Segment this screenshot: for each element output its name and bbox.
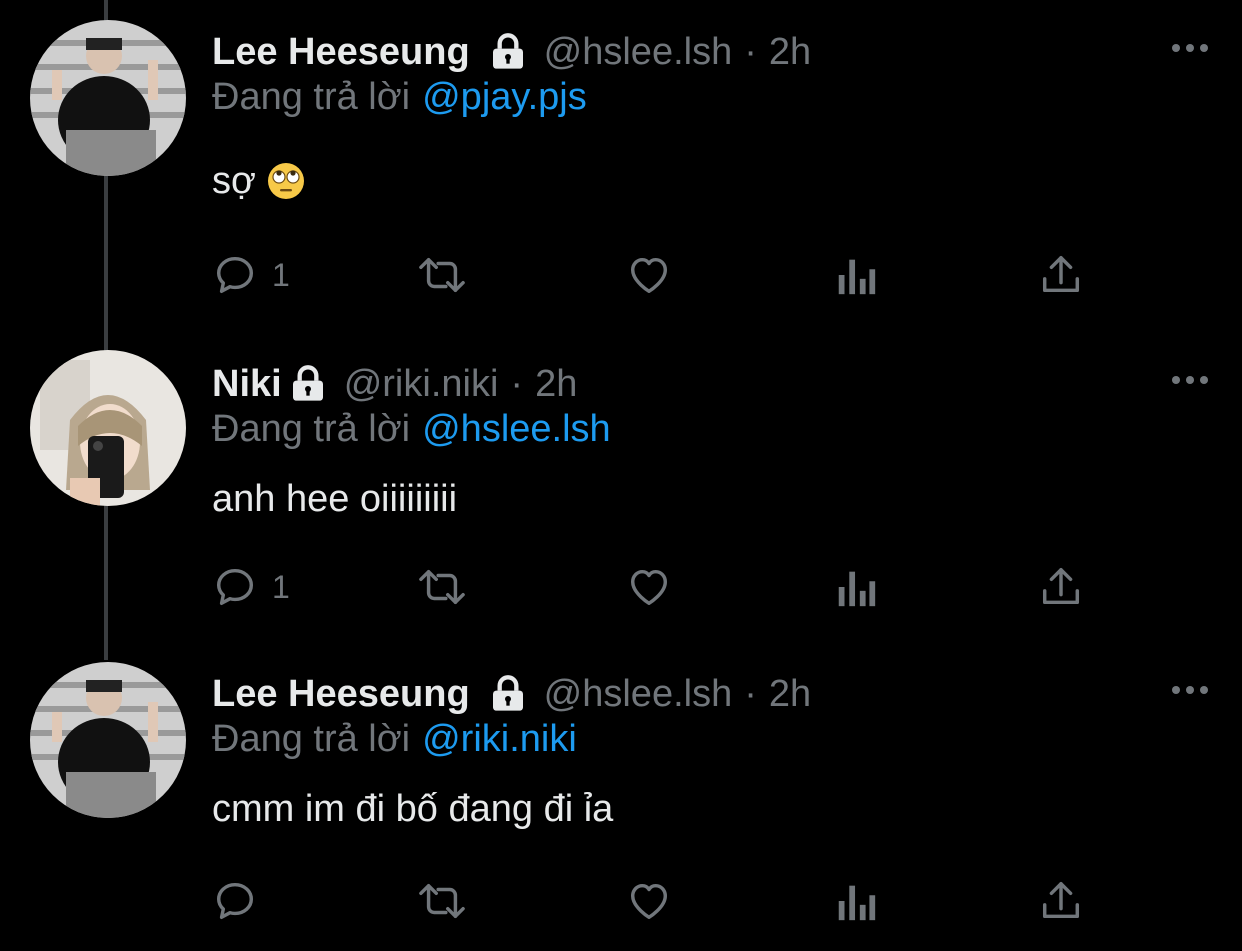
like-button[interactable] <box>624 250 674 300</box>
reply-icon <box>216 256 254 294</box>
lock-icon <box>492 675 523 711</box>
reply-button[interactable]: 1 <box>212 250 290 300</box>
timestamp[interactable]: 2h <box>769 31 811 74</box>
replying-to-handle[interactable]: @pjay.pjs <box>422 76 587 118</box>
like-icon <box>630 883 668 920</box>
replying-to-label: Đang trả lời <box>212 718 411 760</box>
lock-icon <box>492 33 523 69</box>
user-handle[interactable]: @riki.niki <box>344 363 499 406</box>
reply-count: 1 <box>272 568 290 605</box>
reply-icon <box>216 882 254 920</box>
retweet-icon <box>419 569 465 605</box>
tweet-text-content: sợ <box>212 160 256 202</box>
retweet-icon <box>419 883 465 919</box>
replying-to-label: Đang trả lời <box>212 76 411 118</box>
views-button[interactable] <box>834 876 878 926</box>
more-icon[interactable] <box>1168 368 1212 392</box>
reply-button[interactable]: 1 <box>212 562 290 612</box>
views-icon <box>838 259 876 295</box>
share-icon <box>1042 256 1080 293</box>
reply-icon <box>216 568 254 606</box>
like-icon <box>630 257 668 294</box>
like-button[interactable] <box>624 876 674 926</box>
avatar[interactable] <box>30 662 186 818</box>
replying-to-line: Đang trả lời @hslee.lsh <box>212 408 611 451</box>
avatar[interactable] <box>30 20 186 176</box>
replying-to-handle[interactable]: @hslee.lsh <box>422 408 611 450</box>
share-button[interactable] <box>1038 562 1084 612</box>
display-name[interactable]: Lee Heeseung <box>212 673 470 716</box>
share-icon <box>1042 568 1080 605</box>
face-with-rolling-eyes-icon <box>267 163 304 199</box>
replying-to-label: Đang trả lời <box>212 408 411 450</box>
tweet-text: cmm im đi bố đang đi ỉa <box>212 788 614 830</box>
more-icon[interactable] <box>1168 678 1212 702</box>
share-button[interactable] <box>1038 876 1084 926</box>
separator-dot: · <box>744 672 757 715</box>
avatar[interactable] <box>30 350 186 506</box>
separator-dot: · <box>510 362 524 405</box>
replying-to-line: Đang trả lời @pjay.pjs <box>212 76 587 119</box>
timestamp[interactable]: 2h <box>769 673 811 716</box>
views-icon <box>838 885 876 921</box>
display-name[interactable]: Lee Heeseung <box>212 31 470 74</box>
display-name[interactable]: Niki <box>212 363 282 406</box>
replying-to-line: Đang trả lời @riki.niki <box>212 718 577 761</box>
timestamp[interactable]: 2h <box>535 363 577 406</box>
views-icon <box>838 571 876 607</box>
separator-dot: · <box>744 30 757 73</box>
views-button[interactable] <box>834 562 878 612</box>
retweet-button[interactable] <box>412 876 472 926</box>
share-icon <box>1042 882 1080 919</box>
user-handle[interactable]: @hslee.lsh <box>544 673 733 716</box>
tweet-actions: 1 <box>212 562 1112 612</box>
like-button[interactable] <box>624 562 674 612</box>
like-icon <box>630 569 668 606</box>
reply-button[interactable] <box>212 876 272 926</box>
views-button[interactable] <box>834 250 878 300</box>
retweet-button[interactable] <box>412 562 472 612</box>
tweet-text: sợ <box>212 160 306 203</box>
more-icon[interactable] <box>1168 36 1212 60</box>
tweet-actions <box>212 876 1112 926</box>
user-handle[interactable]: @hslee.lsh <box>544 31 733 74</box>
retweet-button[interactable] <box>412 250 472 300</box>
reply-count: 1 <box>272 256 290 293</box>
tweet-text: anh hee oiiiiiiiii <box>212 478 458 520</box>
lock-icon <box>292 365 323 401</box>
tweet-actions: 1 <box>212 250 1112 300</box>
retweet-icon <box>419 257 465 293</box>
replying-to-handle[interactable]: @riki.niki <box>422 718 577 760</box>
share-button[interactable] <box>1038 250 1084 300</box>
